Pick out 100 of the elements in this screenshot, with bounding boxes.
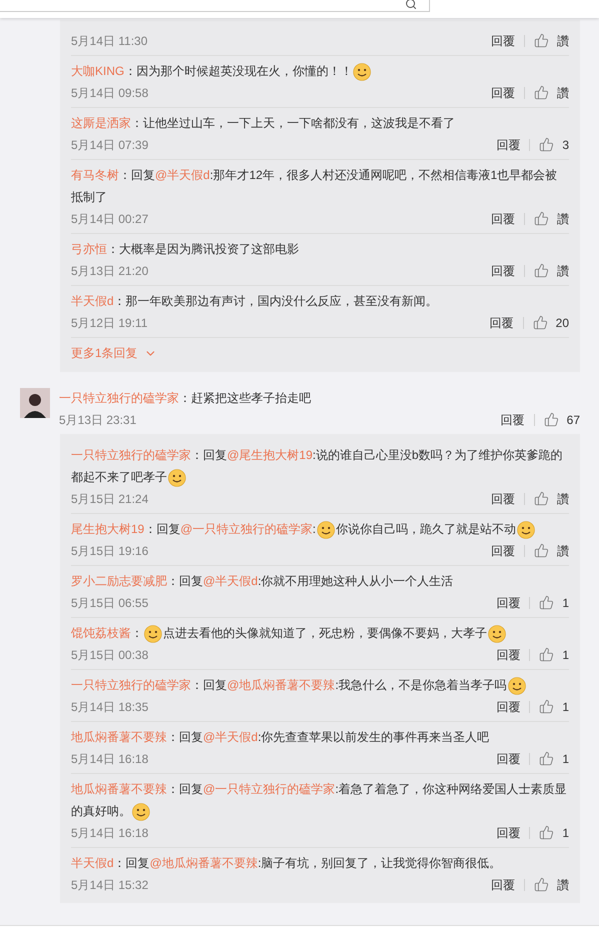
reply-button[interactable]: 回覆 xyxy=(491,262,515,280)
comment-text: 这厮是洒家：让他坐过山车，一下上天，一下啥都没有，这波我是不看了 xyxy=(71,115,456,132)
reply-button[interactable]: 回覆 xyxy=(491,84,515,102)
comment-text: 地瓜焖番薯不要辣：回复@半天假d:你先查查苹果以前发生的事件再来当圣人吧 xyxy=(71,729,490,746)
user-name[interactable]: 半天假d xyxy=(71,856,114,870)
reply-button[interactable]: 回覆 xyxy=(490,314,514,332)
comment-date: 5月15日 00:38 xyxy=(71,646,148,664)
user-name[interactable]: 大咖KING xyxy=(71,64,124,78)
user-name[interactable]: 这厮是洒家 xyxy=(71,116,131,130)
emoji-icon xyxy=(353,62,372,81)
like-icon[interactable] xyxy=(539,825,554,840)
emoji-icon xyxy=(316,520,335,539)
comment-date: 5月15日 21:24 xyxy=(71,490,148,508)
like-icon[interactable] xyxy=(539,647,554,662)
user-name[interactable]: 地瓜焖番薯不要辣 xyxy=(71,730,167,744)
user-name[interactable]: 一只特立独行的磕学家 xyxy=(71,678,191,692)
user-name[interactable]: 半天假d xyxy=(71,294,114,308)
comment-date: 5月15日 19:16 xyxy=(71,542,148,560)
like-count: 1 xyxy=(562,824,569,842)
like-icon[interactable] xyxy=(539,699,554,714)
like-count: 讚 xyxy=(557,876,569,894)
reply-button[interactable]: 回覆 xyxy=(491,876,515,894)
comment-date: 5月12日 19:11 xyxy=(71,314,148,332)
mention-link[interactable]: @地瓜焖番薯不要辣 xyxy=(227,678,336,692)
reply-button[interactable]: 回覆 xyxy=(491,210,515,228)
reply-button[interactable]: 回覆 xyxy=(496,750,520,768)
comment-text: 半天假d：回复@地瓜焖番薯不要辣:脑子有坑，别回复了，让我觉得你智商很低。 xyxy=(71,855,502,872)
like-icon[interactable] xyxy=(544,412,559,427)
reply-button[interactable]: 回覆 xyxy=(491,32,515,50)
mention-link[interactable]: @一只特立独行的磕学家 xyxy=(203,782,336,796)
like-icon[interactable] xyxy=(534,211,549,226)
comment-date: 5月15日 06:55 xyxy=(71,594,148,612)
like-count: 讚 xyxy=(557,490,569,508)
user-name[interactable]: 弓亦恒 xyxy=(71,242,107,256)
reply-button[interactable]: 回覆 xyxy=(496,594,520,612)
like-icon[interactable] xyxy=(539,595,554,610)
emoji-icon xyxy=(168,468,186,487)
comment-date: 5月14日 09:58 xyxy=(71,84,148,102)
comment-date: 5月14日 18:35 xyxy=(71,698,148,716)
user-name[interactable]: 馄饨荔枝酱 xyxy=(71,626,131,640)
like-count: 20 xyxy=(556,314,569,332)
comment-text: 半天假d：那一年欧美那边有声讨，国内没什么反应，甚至没有新闻。 xyxy=(71,293,439,310)
comment-text: 一只特立独行的磕学家：赶紧把这些孝子抬走吧 xyxy=(59,390,312,407)
comment-date: 5月14日 16:18 xyxy=(71,824,148,842)
comment-text: 一只特立独行的磕学家：回复@尾生抱大树19:说的谁自己心里没b数吗？为了维护你英爹跪的都起不来了吧孝子 xyxy=(71,444,569,488)
like-icon[interactable] xyxy=(534,263,549,278)
like-icon[interactable] xyxy=(534,33,549,48)
comment-text: 地瓜焖番薯不要辣：回复@一只特立独行的磕学家:着急了着急了，你这种网络爱国人士素质显的真好呐。 xyxy=(71,778,569,822)
mention-link[interactable]: @半天假d xyxy=(155,168,210,182)
reply-button[interactable]: 回覆 xyxy=(491,542,515,560)
user-name[interactable]: 一只特立独行的磕学家 xyxy=(71,448,191,462)
comment-date: 5月14日 11:30 xyxy=(71,32,148,50)
reply-button[interactable]: 回覆 xyxy=(496,136,520,154)
emoji-icon xyxy=(132,802,150,821)
mention-link[interactable]: @半天假d xyxy=(203,574,258,588)
comment-text: 罗小二励志要减肥：回复@半天假d:你就不用理她这种人从小一个人生活 xyxy=(71,573,454,590)
user-name[interactable]: 尾生抱大树19 xyxy=(71,522,144,536)
comment-text: 尾生抱大树19：回复@一只特立独行的磕学家: 你说你自己吗，跪久了就是站不动 xyxy=(71,518,569,540)
like-count: 1 xyxy=(562,698,569,716)
reply-button[interactable]: 回覆 xyxy=(496,698,520,716)
like-icon[interactable] xyxy=(534,543,549,558)
like-icon[interactable] xyxy=(539,751,554,766)
user-name[interactable]: 地瓜焖番薯不要辣 xyxy=(71,782,167,796)
reply-button[interactable]: 回覆 xyxy=(500,410,525,428)
comment-text: 馄饨荔枝酱： 点进去看他的头像就知道了，死忠粉，要偶像不要妈，大孝子 xyxy=(71,622,569,644)
emoji-icon xyxy=(488,624,506,643)
mention-link[interactable]: @地瓜焖番薯不要辣 xyxy=(150,856,258,870)
mention-link[interactable]: @尾生抱大树19 xyxy=(227,448,313,462)
like-count: 3 xyxy=(562,136,569,154)
comment-text: 一只特立独行的磕学家：回复@地瓜焖番薯不要辣:我急什么，不是你急着当孝子吗 xyxy=(71,674,569,696)
comment-text: 有马冬树：回复@半天假d:那年才12年，很多人村还没通网呢吧，不然相信毒液1也早都会被抵制了 xyxy=(71,167,558,206)
comment-date: 5月14日 15:32 xyxy=(71,876,148,894)
comment-date: 5月14日 07:39 xyxy=(71,136,148,154)
like-count: 1 xyxy=(562,646,569,664)
comment-date: 5月13日 21:20 xyxy=(71,262,148,280)
emoji-icon xyxy=(144,624,162,643)
like-icon[interactable] xyxy=(539,137,554,152)
like-count: 讚 xyxy=(557,32,569,50)
user-name[interactable]: 一只特立独行的磕学家 xyxy=(59,391,179,405)
reply-button[interactable]: 回覆 xyxy=(496,646,520,664)
like-count: 讚 xyxy=(557,262,569,280)
more-replies-link[interactable]: 更多1条回复 xyxy=(71,338,157,368)
like-count: 1 xyxy=(562,750,569,768)
mention-link[interactable]: @半天假d xyxy=(203,730,258,744)
comment-date: 5月14日 00:27 xyxy=(71,210,148,228)
like-count: 讚 xyxy=(557,210,569,228)
user-name[interactable]: 罗小二励志要减肥 xyxy=(71,574,167,588)
reply-button[interactable]: 回覆 xyxy=(491,490,515,508)
like-icon[interactable] xyxy=(534,877,549,892)
like-icon[interactable] xyxy=(534,491,549,506)
like-count: 67 xyxy=(566,412,580,428)
mention-link[interactable]: @一只特立独行的磕学家 xyxy=(180,522,313,536)
comment-text: 大咖KING：因为那个时候超英没现在火，你懂的！！ xyxy=(71,60,569,82)
user-name[interactable]: 有马冬树 xyxy=(71,168,119,182)
comment-date: 5月13日 23:31 xyxy=(59,412,136,428)
like-icon[interactable] xyxy=(532,315,548,330)
avatar[interactable] xyxy=(20,388,50,418)
like-icon[interactable] xyxy=(534,85,549,100)
like-count: 讚 xyxy=(557,84,569,102)
reply-button[interactable]: 回覆 xyxy=(496,824,520,842)
